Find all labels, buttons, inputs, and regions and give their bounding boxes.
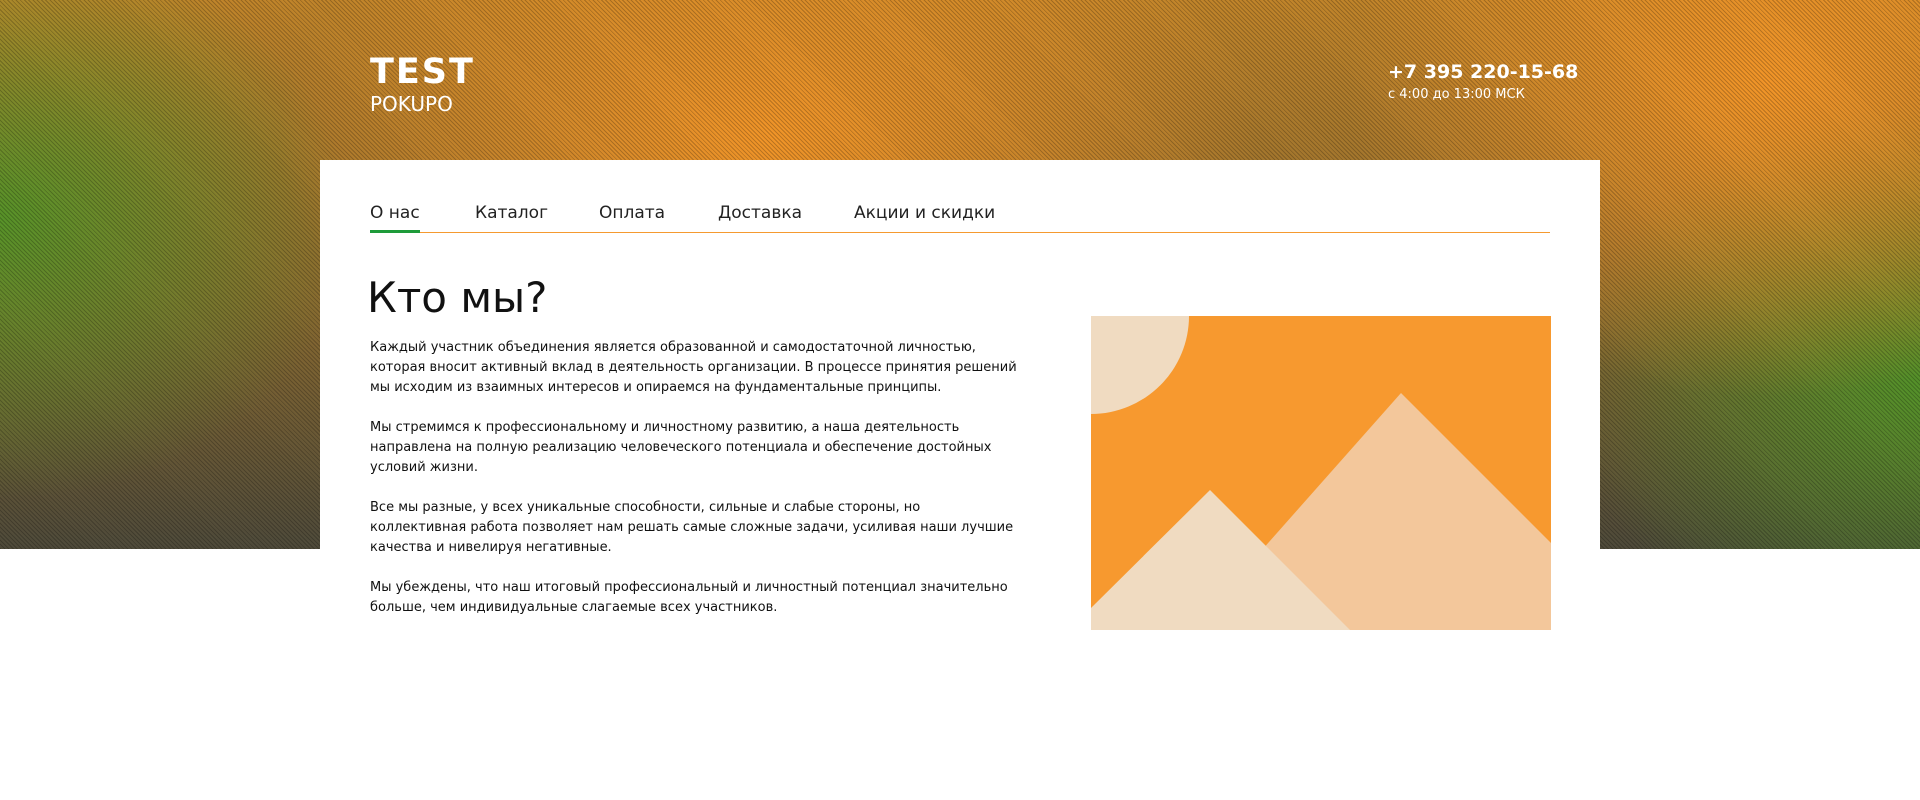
paragraph: Мы стремимся к профессиональному и лично… <box>370 420 992 475</box>
main-nav: О нас Каталог Оплата Доставка Акции и ск… <box>370 200 1550 233</box>
image-placeholder-icon <box>1091 316 1551 630</box>
nav-item-payment[interactable]: Оплата <box>599 200 665 232</box>
nav-item-delivery[interactable]: Доставка <box>718 200 802 232</box>
about-text: Каждый участник объединения является обр… <box>370 338 1020 638</box>
paragraph: Мы убеждены, что наш итоговый профессион… <box>370 580 1008 615</box>
phone-number[interactable]: +7 395 220-15-68 <box>1388 60 1578 84</box>
page-title: Кто мы? <box>367 273 548 322</box>
logo[interactable]: TEST POKUPO <box>370 54 475 116</box>
contact-info: +7 395 220-15-68 с 4:00 до 13:00 МСК <box>1388 60 1578 104</box>
nav-item-catalog[interactable]: Каталог <box>475 200 548 232</box>
nav-item-about[interactable]: О нас <box>370 200 420 233</box>
content-card: О нас Каталог Оплата Доставка Акции и ск… <box>320 160 1600 660</box>
paragraph: Все мы разные, у всех уникальные способн… <box>370 500 1014 555</box>
logo-subtitle: POKUPO <box>370 92 453 116</box>
logo-title: TEST <box>370 52 475 92</box>
working-hours: с 4:00 до 13:00 МСК <box>1388 87 1525 102</box>
paragraph: Каждый участник объединения является обр… <box>370 340 1017 395</box>
nav-item-promotions[interactable]: Акции и скидки <box>854 200 995 232</box>
